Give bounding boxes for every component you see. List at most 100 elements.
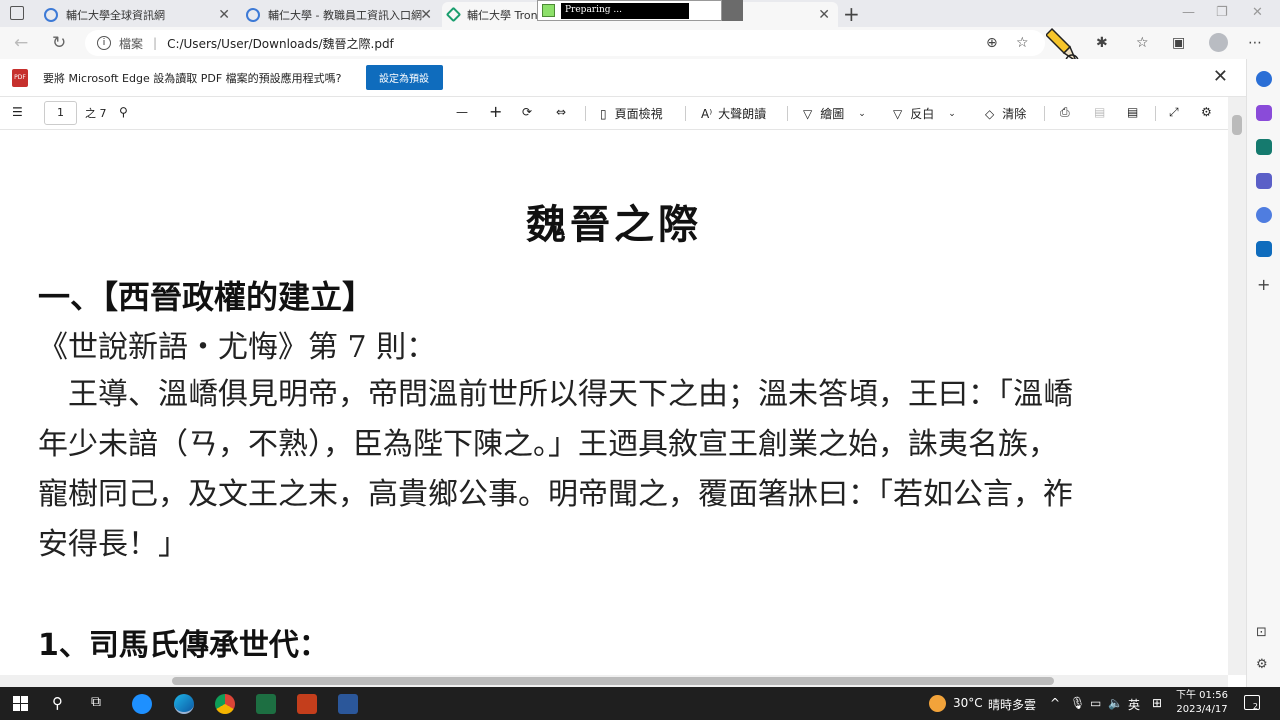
sidebar-outlook-icon[interactable] [1256, 241, 1272, 257]
paragraph-line: 寵樹同己，及文王之末，高貴鄉公事。明帝聞之，覆面箸牀曰：「若如公言，祚 [38, 477, 1073, 512]
minimize-button[interactable]: — [1182, 5, 1195, 20]
network-icon[interactable]: ▭ [1090, 696, 1101, 710]
profile-avatar[interactable] [1209, 33, 1228, 52]
refresh-icon[interactable]: ↻ [52, 33, 66, 53]
ime-mode-icon[interactable]: ⊞ [1152, 696, 1162, 710]
draw-button[interactable]: ▽ 繪圖 ⌄ [803, 105, 866, 122]
tab-title: 輔仁大學全球資訊網 [66, 8, 165, 22]
favorite-star-icon[interactable]: ☆ [1016, 35, 1029, 51]
paragraph-line: 年少未諳（ㄢ，不熟），臣為陛下陳之。」王迺具敘宣王創業之始，誅夷名族， [38, 427, 1058, 462]
chevron-down-icon[interactable]: ⌄ [948, 109, 956, 119]
tab-actions-icon[interactable] [10, 6, 24, 20]
read-aloud-label: 大聲朗讀 [718, 107, 767, 121]
word-icon[interactable] [338, 694, 358, 714]
toolbar-divider [787, 106, 788, 121]
toolbar-divider [585, 106, 586, 121]
highlight-label: 反白 [910, 107, 935, 121]
tab-fju-portal[interactable]: 輔仁大學 - 教職員工資訊入口網 ✕ [240, 2, 440, 27]
page-view-button[interactable]: ▯ 頁面檢視 [600, 105, 663, 122]
edge-sidebar: + ⊡ ⚙ [1246, 59, 1280, 687]
edge-icon[interactable] [174, 694, 194, 714]
taskbar-clock[interactable]: 下午 01:56 2023/4/17 [1176, 689, 1228, 717]
save-icon[interactable]: ▤ [1094, 105, 1105, 119]
extensions-icon[interactable]: ✱ [1096, 35, 1108, 51]
toolbar-divider [1155, 106, 1156, 121]
close-tab-icon[interactable]: ✕ [218, 7, 230, 23]
clock-time: 下午 01:56 [1176, 690, 1228, 701]
zoom-icon[interactable]: ⊕ [986, 35, 998, 51]
weather-temp[interactable]: 30°C [953, 696, 983, 710]
highlight-button[interactable]: ▽ 反白 ⌄ [893, 105, 956, 122]
fullscreen-icon[interactable]: ⤢ [1169, 105, 1179, 120]
tab-strip: 輔仁大學全球資訊網 ✕ 輔仁大學 - 教職員工資訊入口網 ✕ 輔仁大學 Tron… [0, 0, 1280, 27]
new-tab-button[interactable]: + [843, 2, 860, 26]
read-aloud-button[interactable]: A⁾ 大聲朗讀 [701, 105, 766, 122]
zoom-out-icon[interactable]: — [456, 105, 468, 119]
page-number-input[interactable]: 1 [44, 101, 77, 125]
notification-icon[interactable]: 2 [1244, 695, 1260, 711]
source-reference: 《世說新語・尤悔》第 7 則： [38, 330, 437, 365]
horizontal-scroll-thumb[interactable] [172, 677, 1054, 685]
weather-icon [929, 695, 946, 712]
sidebar-settings-icon[interactable]: ⚙ [1256, 657, 1268, 672]
close-tab-icon[interactable]: ✕ [420, 7, 432, 23]
highlight-icon: ▽ [893, 106, 903, 121]
chrome-icon[interactable] [215, 694, 235, 714]
volume-icon[interactable]: 🔈 [1108, 696, 1123, 710]
document-title: 魏晉之際 [526, 201, 702, 248]
close-window-button[interactable]: ✕ [1252, 5, 1263, 20]
horizontal-scrollbar[interactable] [0, 675, 1228, 687]
zoom-in-icon[interactable]: + [489, 102, 502, 121]
sidebar-search-icon[interactable] [1256, 71, 1272, 87]
close-infobar-icon[interactable]: ✕ [1213, 66, 1228, 87]
tronclass-favicon-icon [445, 6, 462, 23]
restore-button[interactable]: ❐ [1216, 5, 1228, 20]
page-view-icon: ▯ [600, 106, 607, 121]
sidebar-shopping-icon[interactable] [1256, 139, 1272, 155]
taskbar-search-icon[interactable]: ⚲ [52, 694, 63, 712]
save-as-icon[interactable]: ▤ [1127, 105, 1138, 119]
task-view-icon[interactable]: ⧉ [91, 694, 101, 710]
excel-icon[interactable] [256, 694, 276, 714]
more-menu-icon[interactable]: ⋯ [1248, 35, 1262, 51]
ie-icon[interactable] [132, 694, 152, 714]
preparing-label: Preparing ... [561, 3, 689, 19]
close-tab-icon[interactable]: ✕ [818, 7, 830, 23]
powerpoint-icon[interactable] [297, 694, 317, 714]
screen: 輔仁大學全球資訊網 ✕ 輔仁大學 - 教職員工資訊入口網 ✕ 輔仁大學 Tron… [0, 0, 1280, 720]
ime-label[interactable]: 英 [1128, 696, 1140, 713]
sidebar-games-icon[interactable] [1256, 173, 1272, 189]
sidebar-add-icon[interactable]: + [1257, 275, 1270, 294]
contents-icon[interactable]: ☰ [12, 105, 23, 119]
collections-icon[interactable]: ▣ [1172, 35, 1185, 51]
back-icon[interactable]: ← [14, 33, 28, 53]
fit-width-icon[interactable]: ⇔ [556, 105, 566, 119]
weather-description[interactable]: 晴時多雲 [988, 696, 1036, 713]
url-text[interactable]: C:/Users/User/Downloads/魏晉之際.pdf [167, 35, 394, 52]
fju-favicon-icon [44, 7, 58, 22]
search-icon[interactable]: ⚲ [119, 105, 128, 119]
paragraph-line: 安得長！」 [38, 527, 188, 562]
sidebar-layout-icon[interactable]: ⊡ [1256, 625, 1267, 640]
sidebar-office-icon[interactable] [1256, 207, 1272, 223]
vertical-scroll-thumb[interactable] [1232, 115, 1242, 135]
vertical-scrollbar[interactable] [1228, 97, 1246, 675]
draw-label: 繪圖 [820, 107, 845, 121]
rotate-icon[interactable]: ⟳ [522, 105, 532, 119]
tab-fju-global[interactable]: 輔仁大學全球資訊網 ✕ [38, 2, 238, 27]
erase-button[interactable]: ◇ 清除 [985, 105, 1026, 122]
address-bar[interactable]: i 檔案 | C:/Users/User/Downloads/魏晉之際.pdf [85, 30, 1045, 56]
sidebar-tools-icon[interactable] [1256, 105, 1272, 121]
settings-gear-icon[interactable]: ⚙ [1201, 105, 1212, 119]
chevron-down-icon[interactable]: ⌄ [858, 109, 866, 119]
set-as-default-button[interactable]: 設定為預設 [365, 65, 443, 90]
windows-start-icon[interactable] [13, 696, 28, 711]
site-info-icon[interactable]: i [97, 36, 111, 50]
print-icon[interactable]: ⎙ [1060, 105, 1070, 120]
section-heading: 一、【西晉政權的建立】 [38, 278, 375, 316]
favorites-icon[interactable]: ☆ [1136, 35, 1149, 51]
default-pdf-infobar: PDF 要將 Microsoft Edge 設為讀取 PDF 檔案的預設應用程式… [0, 59, 1246, 97]
chevron-up-icon[interactable]: ^ [1050, 696, 1060, 710]
microphone-icon[interactable]: 🎙 [1070, 696, 1085, 710]
notification-count: 2 [1252, 702, 1258, 711]
